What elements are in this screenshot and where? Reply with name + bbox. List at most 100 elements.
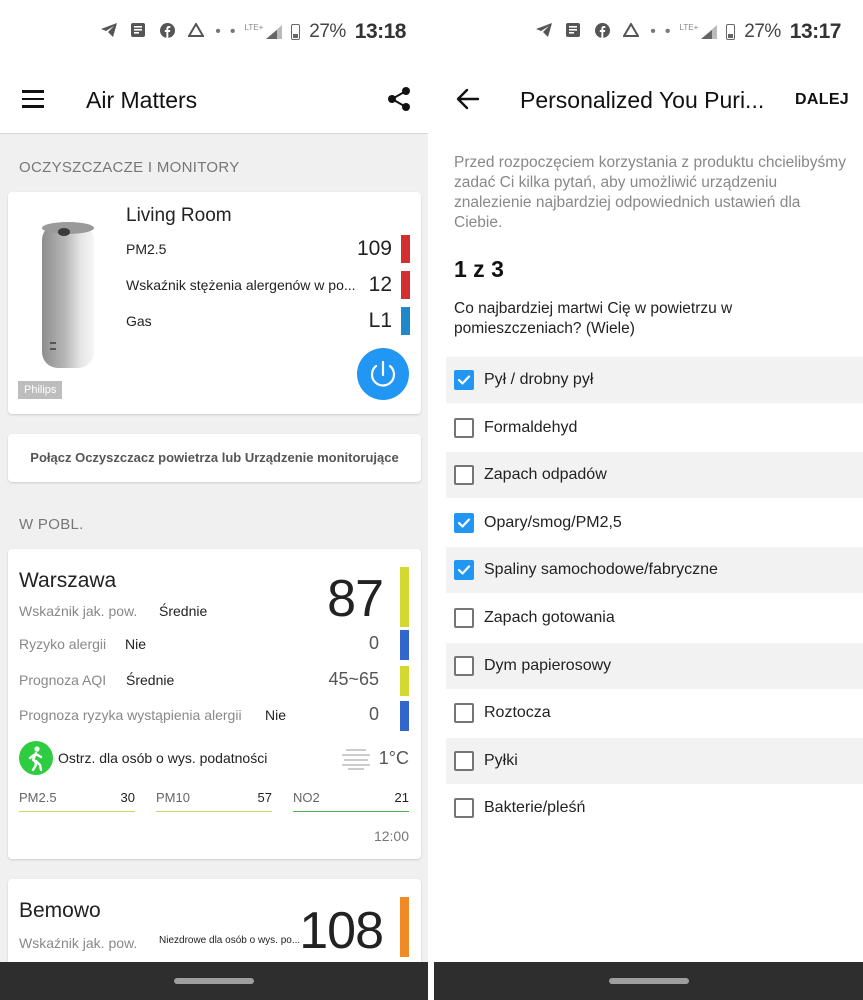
temperature: 1°C xyxy=(378,748,409,768)
status-bar: • • LTE+ 27% 13:18 xyxy=(0,0,428,66)
option-row[interactable]: Bakterie/pleśń xyxy=(446,785,863,831)
notification-dot-icon: • xyxy=(229,23,236,40)
power-icon xyxy=(370,360,396,387)
battery-icon xyxy=(726,24,736,40)
checkbox-unchecked[interactable] xyxy=(454,798,474,819)
home-gesture-pill[interactable] xyxy=(174,978,254,984)
brand-badge: Philips xyxy=(18,381,63,399)
checkbox-checked[interactable] xyxy=(454,370,474,390)
checkbox-checked[interactable] xyxy=(454,512,474,533)
air-purifier-image xyxy=(36,218,100,370)
battery-percent: 27% xyxy=(309,21,346,42)
level-bar xyxy=(401,307,410,335)
option-label: Dym papierosowy xyxy=(484,656,612,674)
checkbox-unchecked[interactable] xyxy=(454,750,474,771)
info-row-allergy: Ryzyko alergii Nie 0 xyxy=(19,630,409,660)
telegram-icon xyxy=(99,23,119,41)
next-button[interactable]: DALEJ xyxy=(795,91,849,109)
notification-dot-icon: • xyxy=(664,23,671,40)
network-type: LTE+ xyxy=(244,22,264,32)
page-title: Personalized You Puri... xyxy=(520,87,765,113)
checkbox-unchecked[interactable] xyxy=(454,417,474,438)
pollutant-pm10: PM10 57 xyxy=(156,790,272,812)
option-row[interactable]: Dym papierosowy xyxy=(446,642,863,689)
check-icon xyxy=(457,565,471,575)
left-screen: • • LTE+ 27% 13:18 Air Matters OCZYSZCZA… xyxy=(0,0,428,1000)
back-arrow-icon[interactable] xyxy=(456,88,480,110)
health-advice: Ostrz. dla osób o wys. podatności xyxy=(58,750,268,766)
info-number: 0 xyxy=(368,704,379,724)
app-bar: Air Matters xyxy=(0,66,428,134)
status-bar: • • LTE+ 27% 13:17 xyxy=(434,0,863,66)
intro-text: Przed rozpoczęciem korzystania z produkt… xyxy=(454,154,846,231)
battery-percent: 27% xyxy=(744,21,781,42)
device-name: Living Room xyxy=(126,205,232,226)
pollutant-value: 21 xyxy=(394,790,409,805)
pollutant-name: PM2.5 xyxy=(19,790,57,805)
metric-value: L1 xyxy=(368,309,392,332)
facebook-icon xyxy=(592,22,612,42)
info-row-aqi: Wskaźnik jak. pow. Średnie xyxy=(19,597,409,627)
info-value: Nie xyxy=(265,707,287,723)
walking-person-icon xyxy=(19,741,53,775)
metric-label: PM2.5 xyxy=(126,241,167,257)
option-label: Pył / drobny pył xyxy=(484,371,594,388)
metric-label: Wskaźnik stężenia alergenów w po... xyxy=(126,277,356,293)
option-row[interactable]: Opary/smog/PM2,5 xyxy=(446,500,863,546)
checkbox-checked[interactable] xyxy=(454,560,474,581)
level-bar xyxy=(401,235,410,263)
option-row[interactable]: Pyłki xyxy=(446,737,863,784)
update-time: 12:00 xyxy=(373,828,409,844)
step-indicator: 1 z 3 xyxy=(454,256,504,282)
telegram-icon xyxy=(534,23,554,41)
pollutant-value: 57 xyxy=(257,790,272,805)
fog-icon xyxy=(342,748,370,770)
app-title: Air Matters xyxy=(86,87,198,113)
option-row[interactable]: Spaliny samochodowe/fabryczne xyxy=(446,547,863,594)
pollutant-value: 30 xyxy=(120,790,135,805)
option-label: Bakterie/pleśń xyxy=(484,799,586,817)
warning-icon xyxy=(186,22,206,41)
option-row[interactable]: Zapach odpadów xyxy=(446,452,863,499)
hamburger-menu-icon[interactable] xyxy=(22,90,44,108)
level-bar xyxy=(400,701,409,731)
option-label: Pyłki xyxy=(484,751,518,769)
option-label: Roztocza xyxy=(484,704,551,722)
checkbox-unchecked[interactable] xyxy=(454,465,474,486)
navigation-bar xyxy=(0,962,428,1000)
level-bar xyxy=(400,630,409,660)
checkbox-unchecked[interactable] xyxy=(454,655,474,676)
notification-dot-icon: • xyxy=(215,23,221,40)
notification-dot-icon: • xyxy=(650,23,656,40)
info-value: Średnie xyxy=(126,672,175,688)
checkbox-unchecked[interactable] xyxy=(454,608,474,628)
power-button[interactable] xyxy=(357,348,409,400)
connect-device-button[interactable]: Połącz Oczyszczacz powietrza lub Urządze… xyxy=(8,434,421,482)
metric-value: 109 xyxy=(356,237,392,260)
pollutant-level-line xyxy=(293,810,409,812)
option-row[interactable]: Formaldehyd xyxy=(446,405,863,451)
info-row-forecast-aqi: Prognoza AQI Średnie 45~65 xyxy=(19,666,409,696)
navigation-bar xyxy=(434,962,863,1000)
option-row[interactable]: Zapach gotowania xyxy=(446,595,863,641)
network-type: LTE+ xyxy=(679,22,699,32)
device-card[interactable]: Philips Living Room PM2.5 109 Wskaźnik s… xyxy=(8,192,421,414)
option-row[interactable]: Pył / drobny pył xyxy=(446,357,863,403)
city-name: Warszawa xyxy=(19,569,117,592)
news-icon xyxy=(128,23,148,41)
option-row[interactable]: Roztocza xyxy=(446,690,863,736)
metric-label: Gas xyxy=(126,313,152,329)
share-icon[interactable] xyxy=(386,86,412,112)
city-card-warszawa[interactable]: Warszawa 87 Wskaźnik jak. pow. Średnie R… xyxy=(8,549,421,859)
pollutant-pm25: PM2.5 30 xyxy=(19,790,135,812)
signal-icon xyxy=(701,25,718,39)
metric-value: 12 xyxy=(368,273,392,296)
check-icon xyxy=(457,518,471,528)
pollutant-level-line xyxy=(19,810,135,812)
checkbox-unchecked[interactable] xyxy=(454,703,474,724)
info-key: Ryzyko alergii xyxy=(19,636,107,652)
level-bar xyxy=(400,666,409,696)
home-gesture-pill[interactable] xyxy=(608,978,689,984)
device-row-gas: Gas L1 xyxy=(126,307,410,335)
info-key: Prognoza AQI xyxy=(19,672,107,688)
